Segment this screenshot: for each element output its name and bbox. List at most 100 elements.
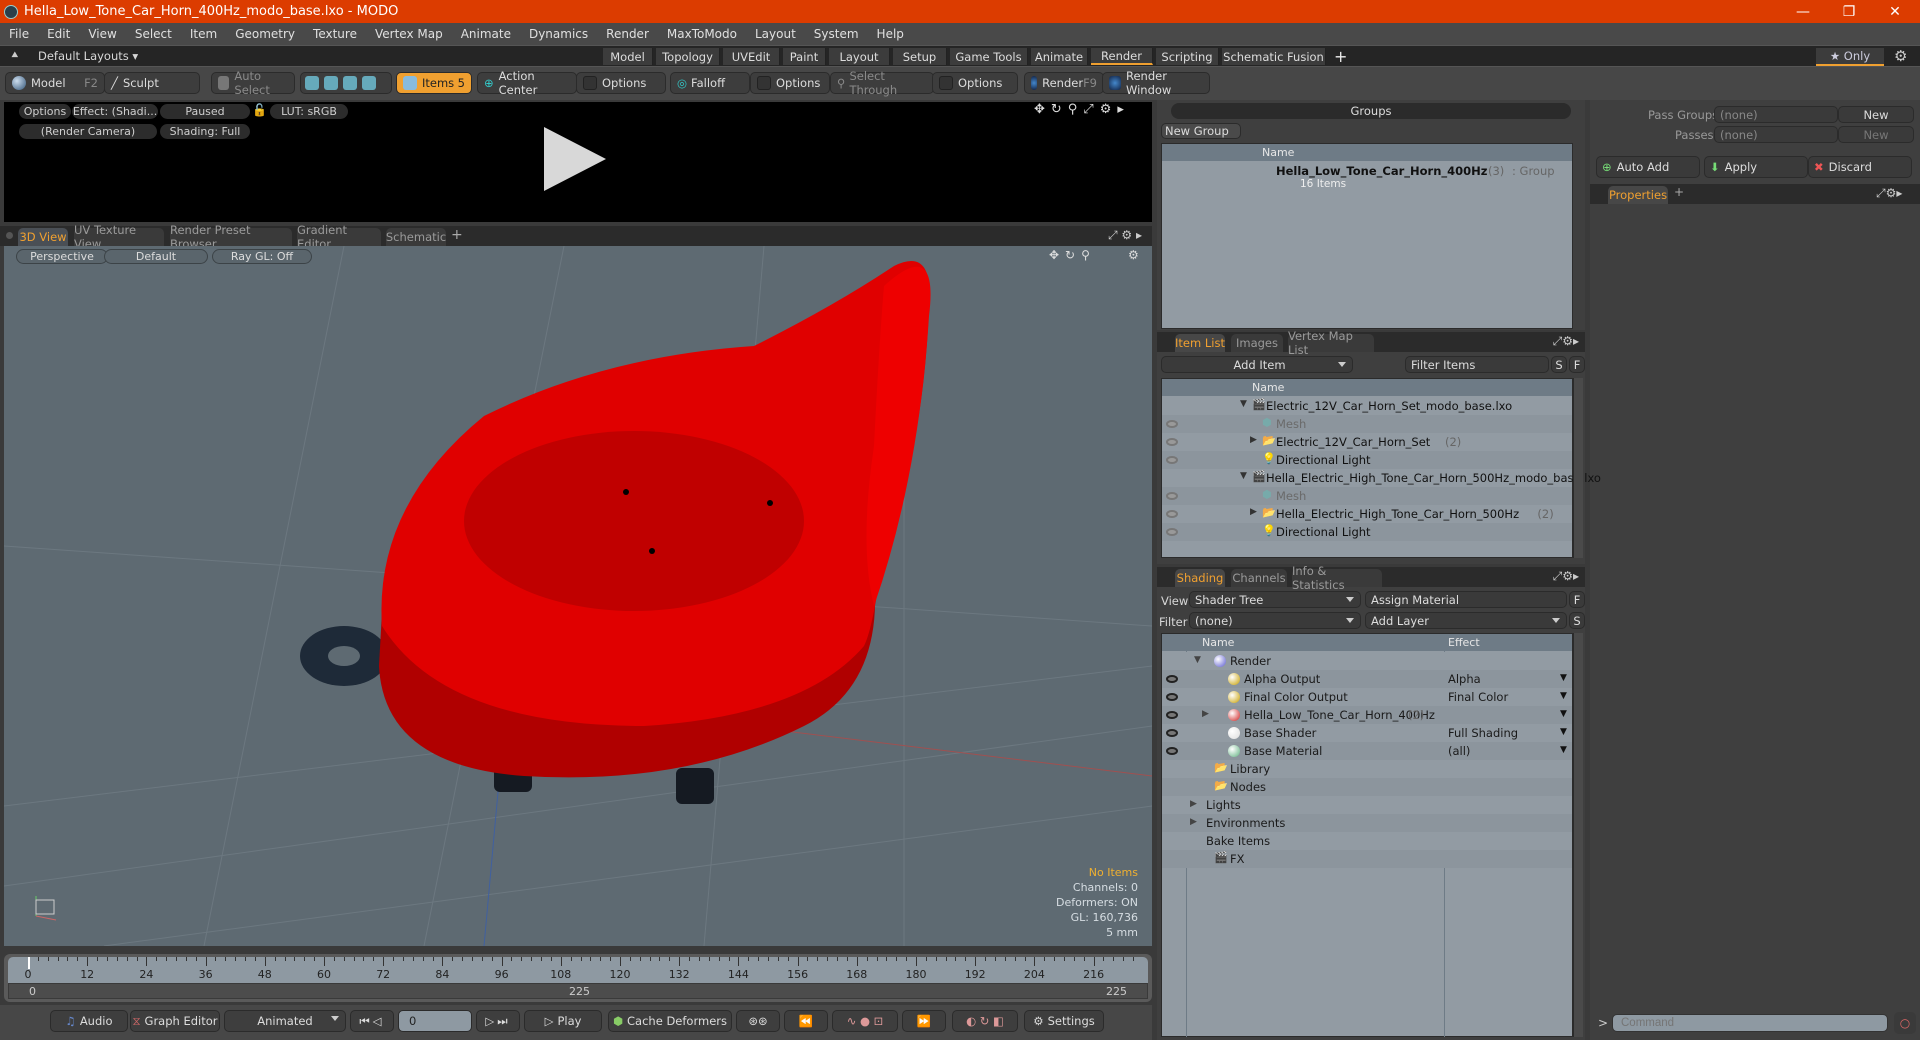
shader-row[interactable]: ▶ Lights	[1162, 796, 1572, 814]
item-list-panel-controls[interactable]: ⤢⚙▸	[1553, 334, 1579, 349]
skip-end-buttons[interactable]: ▷⏭	[476, 1010, 520, 1032]
menu-maxtomodo[interactable]: MaxToModo	[658, 27, 746, 41]
visibility-eye-icon[interactable]	[1166, 456, 1178, 464]
menu-file[interactable]: File	[0, 27, 38, 41]
3d-viewport[interactable]: Perspective Default Ray GL: Off ✥↻⚲ ⚙ No…	[4, 246, 1152, 946]
ray-gl-toggle[interactable]: Ray GL: Off	[212, 249, 312, 264]
paused-toggle[interactable]: Paused	[160, 104, 250, 119]
auto-add-button[interactable]: ⊕ Auto Add	[1596, 156, 1700, 178]
assign-material-button[interactable]: Assign Material	[1365, 591, 1567, 608]
shader-row[interactable]: ▼ Render	[1162, 652, 1572, 670]
record-buttons[interactable]: ∿ ● ⊡	[832, 1010, 898, 1032]
expand-arrow-icon[interactable]: ▶	[1250, 507, 1257, 517]
layout-tab-setup[interactable]: Setup	[893, 48, 947, 65]
menu-vertex-map[interactable]: Vertex Map	[366, 27, 452, 41]
menu-system[interactable]: System	[805, 27, 868, 41]
visibility-eye-icon[interactable]	[1166, 675, 1178, 683]
menu-item[interactable]: Item	[181, 27, 226, 41]
close-button[interactable]: ✕	[1872, 0, 1918, 23]
menu-dynamics[interactable]: Dynamics	[520, 27, 597, 41]
render-options-button[interactable]: Options	[19, 104, 71, 119]
pass-groups-dropdown[interactable]: (none)	[1714, 106, 1838, 123]
default-shading-dropdown[interactable]: Default	[104, 249, 208, 264]
chevron-down-icon[interactable]: ▼	[1560, 727, 1567, 737]
menu-view[interactable]: View	[79, 27, 125, 41]
tab-info-statistics[interactable]: Info & Statistics	[1292, 564, 1382, 592]
filter-dropdown[interactable]: (none)	[1189, 612, 1361, 629]
sculpt-button[interactable]: ╱ Sculpt	[104, 72, 200, 94]
new-pass-group-button[interactable]: New	[1838, 106, 1914, 123]
properties-panel-controls[interactable]: ⤢⚙▸	[1876, 186, 1902, 201]
shading-panel-controls[interactable]: ⤢⚙▸	[1553, 569, 1579, 584]
camera-dropdown[interactable]: (Render Camera)	[19, 124, 157, 139]
command-input[interactable]	[1612, 1014, 1888, 1032]
maximize-button[interactable]: ❐	[1826, 0, 1872, 23]
visibility-eye-icon[interactable]	[1166, 729, 1178, 737]
collapse-arrow-icon[interactable]: ▼	[1240, 399, 1247, 409]
next-key-buttons[interactable]: ⏩	[902, 1010, 946, 1032]
collapse-icon[interactable]: ⯅	[10, 48, 20, 63]
tab-images[interactable]: Images	[1231, 334, 1283, 352]
chevron-down-icon[interactable]: ▼	[1560, 745, 1567, 755]
shader-row[interactable]: ▶ Environments	[1162, 814, 1572, 832]
key-buttons[interactable]: ⊛⊛	[736, 1010, 780, 1032]
tab-3d-view[interactable]: 3D View	[18, 228, 68, 246]
chevron-down-icon[interactable]: ▼	[1560, 709, 1567, 719]
record-macro-icon[interactable]: ○	[1894, 1012, 1916, 1034]
apply-button[interactable]: ⬇ Apply	[1704, 156, 1808, 178]
passes-dropdown[interactable]: (none)	[1714, 126, 1838, 143]
layout-tab-schematic-fusion[interactable]: Schematic Fusion	[1222, 48, 1326, 65]
menu-layout[interactable]: Layout	[746, 27, 805, 41]
item-row[interactable]: ▼ 🎬 Electric_12V_Car_Horn_Set_modo_base.lx…	[1162, 397, 1572, 415]
shader-row[interactable]: 📂 Nodes	[1162, 778, 1572, 796]
gear-icon[interactable]: ⚙	[1894, 47, 1907, 65]
menu-edit[interactable]: Edit	[38, 27, 79, 41]
tab-uv-texture-view[interactable]: UV Texture View	[74, 223, 164, 251]
minimize-button[interactable]: —	[1780, 0, 1826, 23]
f-toggle[interactable]: F	[1569, 591, 1585, 608]
timeline-range-bar[interactable]: 0 225 225	[8, 983, 1148, 999]
tab-item-list[interactable]: Item List	[1175, 334, 1225, 352]
visibility-eye-icon[interactable]	[1166, 693, 1178, 701]
edge-mode-icon[interactable]	[324, 76, 338, 90]
shader-row[interactable]: Final Color Output Final Color ▼	[1162, 688, 1572, 706]
material-mode-icon[interactable]	[362, 76, 376, 90]
cache-deformers-button[interactable]: ⬢ Cache Deformers	[608, 1010, 732, 1032]
play-render-icon[interactable]	[544, 127, 606, 191]
item-row[interactable]: ▶ 📂 Electric_12V_Car_Horn_Set (2)	[1162, 433, 1572, 451]
new-group-button[interactable]: New Group	[1161, 123, 1241, 139]
effect-dropdown[interactable]: (all)	[1448, 744, 1470, 758]
timeline-ruler[interactable]: 0 12 24 36 48 60 72 84 96 108 120 132 144 156 168 180 19…	[8, 957, 1148, 983]
effect-dropdown[interactable]: Alpha	[1448, 672, 1481, 686]
filter-items-input[interactable]: Filter Items	[1405, 356, 1549, 373]
chevron-down-icon[interactable]: ▼	[1560, 673, 1567, 683]
menu-select[interactable]: Select	[126, 27, 181, 41]
layout-tab-uvedit[interactable]: UVEdit	[723, 48, 780, 65]
group-row[interactable]: Hella_Low_Tone_Car_Horn_400Hz (3) : Grou…	[1162, 162, 1572, 192]
loop-buttons[interactable]: ◐ ↻ ◧	[952, 1010, 1018, 1032]
options-button-2[interactable]: Options	[750, 72, 830, 94]
expand-arrow-icon[interactable]: ▶	[1202, 709, 1209, 719]
viewport-panel-controls[interactable]: ⤢ ⚙ ▸	[1108, 228, 1142, 243]
shader-row[interactable]: 🎬 FX	[1162, 850, 1572, 868]
menu-help[interactable]: Help	[868, 27, 913, 41]
visibility-eye-icon[interactable]	[1166, 711, 1178, 719]
visibility-eye-icon[interactable]	[1166, 528, 1178, 536]
new-pass-button[interactable]: New	[1838, 126, 1914, 143]
discard-button[interactable]: ✖ Discard	[1808, 156, 1912, 178]
audio-button[interactable]: ♫ Audio	[50, 1010, 128, 1032]
viewport-settings-icon[interactable]: ⚙	[1128, 248, 1139, 262]
options-button-1[interactable]: Options	[576, 72, 666, 94]
layout-tab-model[interactable]: Model	[603, 48, 653, 65]
layout-tab-topology[interactable]: Topology	[656, 48, 720, 65]
item-row[interactable]: ⬢ Mesh	[1162, 487, 1572, 505]
select-through-button[interactable]: ⚲ Select Through	[830, 69, 934, 97]
visibility-eye-icon[interactable]	[1166, 492, 1178, 500]
falloff-button[interactable]: ◎ Falloff	[670, 72, 750, 94]
auto-select-button[interactable]: Auto Select	[211, 69, 295, 97]
visibility-eye-icon[interactable]	[1166, 510, 1178, 518]
layout-tab-paint[interactable]: Paint	[783, 48, 826, 65]
visibility-eye-icon[interactable]	[1166, 438, 1178, 446]
shader-row[interactable]: Alpha Output Alpha ▼	[1162, 670, 1572, 688]
view-dropdown[interactable]: Shader Tree	[1189, 591, 1361, 608]
